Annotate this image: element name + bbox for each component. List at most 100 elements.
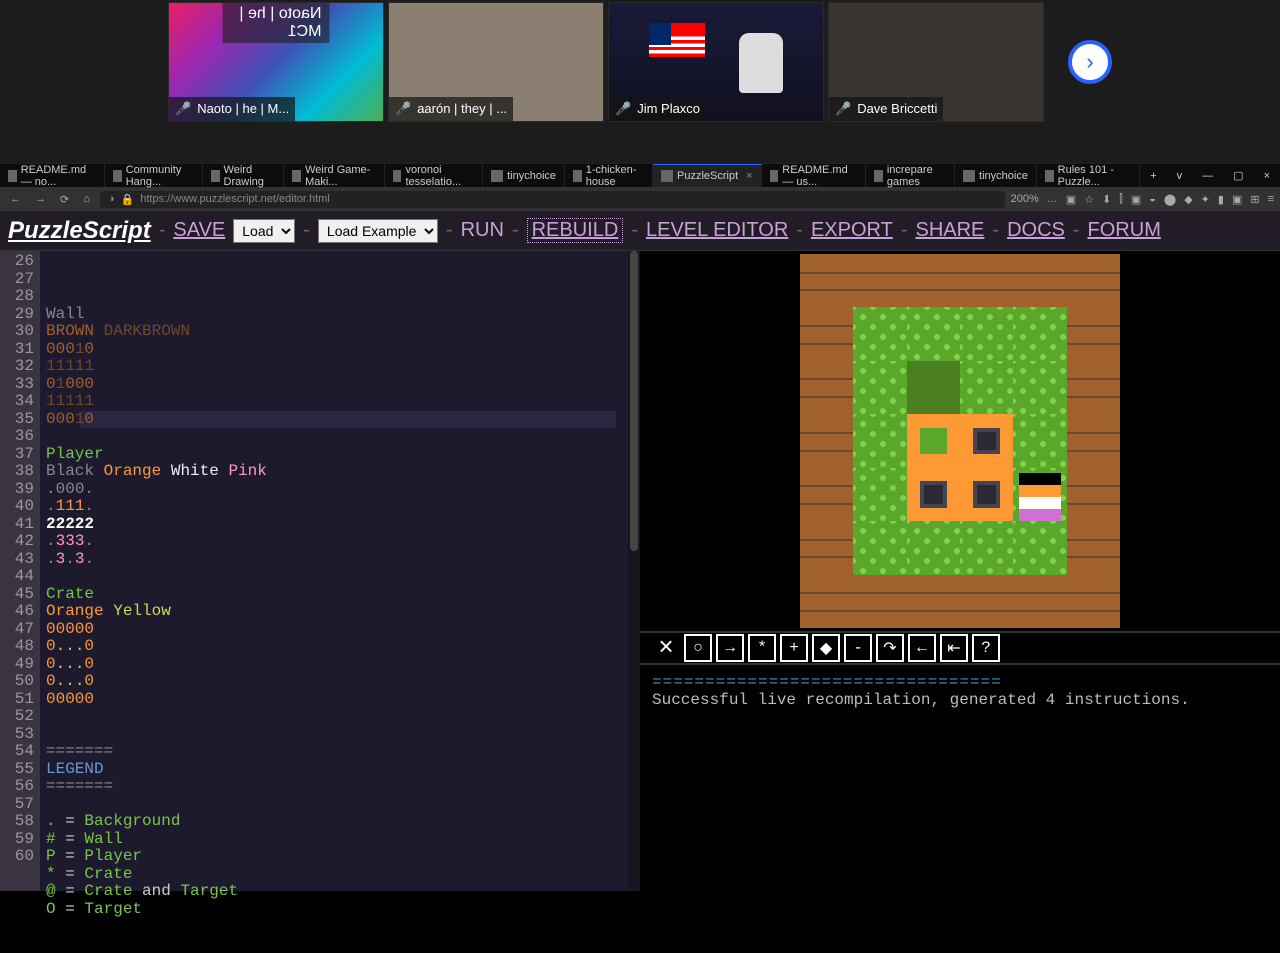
zoom-level[interactable]: 200% <box>1011 193 1039 205</box>
game-cell[interactable] <box>960 521 1013 574</box>
game-cell[interactable] <box>907 468 960 521</box>
game-cell[interactable] <box>960 361 1013 414</box>
game-cell[interactable] <box>1013 575 1066 628</box>
share-button[interactable]: SHARE <box>915 219 984 242</box>
browser-tab[interactable]: tinychoice <box>483 164 565 187</box>
game-cell[interactable] <box>1067 521 1120 574</box>
game-cell[interactable] <box>960 254 1013 307</box>
window-close-button[interactable]: × <box>1254 170 1280 182</box>
game-cell[interactable] <box>853 361 906 414</box>
new-tab-button[interactable]: + <box>1140 170 1166 182</box>
toolbar-icon[interactable]: ⬇ <box>1102 193 1111 206</box>
toolbar-icon[interactable]: ▮ <box>1218 193 1224 206</box>
game-cell[interactable] <box>853 307 906 360</box>
game-cell[interactable] <box>960 414 1013 467</box>
export-button[interactable]: EXPORT <box>811 219 893 242</box>
forum-button[interactable]: FORUM <box>1088 219 1161 242</box>
window-maximize-button[interactable]: ▢ <box>1223 169 1253 182</box>
game-cell[interactable] <box>1067 575 1120 628</box>
game-cell[interactable] <box>960 468 1013 521</box>
level-tool-button[interactable]: ○ <box>684 634 712 662</box>
game-cell[interactable] <box>853 575 906 628</box>
nav-back-button[interactable]: ← <box>6 193 25 205</box>
game-cell[interactable] <box>853 521 906 574</box>
nav-forward-button[interactable]: → <box>31 193 50 205</box>
game-cell[interactable] <box>800 414 853 467</box>
level-tool-button[interactable]: ↷ <box>876 634 904 662</box>
toolbar-icon[interactable]: ≡ <box>1268 193 1274 205</box>
nav-reload-button[interactable]: ⟳ <box>56 193 73 206</box>
game-cell[interactable] <box>1013 307 1066 360</box>
level-tool-button[interactable]: ? <box>972 634 1000 662</box>
docs-button[interactable]: DOCS <box>1007 219 1065 242</box>
code-editor[interactable]: 2627282930313233343536373839404142434445… <box>0 251 640 891</box>
video-tile[interactable]: 🎤Jim Plaxco <box>608 2 824 122</box>
toolbar-icon[interactable]: ◆ <box>1184 193 1192 206</box>
game-cell[interactable] <box>853 468 906 521</box>
browser-tab[interactable]: PuzzleScript× <box>653 164 762 187</box>
game-cell[interactable] <box>907 414 960 467</box>
game-cell[interactable] <box>1067 254 1120 307</box>
game-cell[interactable] <box>1067 307 1120 360</box>
game-cell[interactable] <box>907 521 960 574</box>
save-button[interactable]: SAVE <box>173 219 225 242</box>
game-cell[interactable] <box>800 361 853 414</box>
toolbar-icon[interactable]: ▣ <box>1131 193 1141 206</box>
game-cell[interactable] <box>1013 361 1066 414</box>
level-tool-button[interactable]: ◆ <box>812 634 840 662</box>
toolbar-icon[interactable]: ⫿ <box>1119 193 1123 206</box>
level-tool-button[interactable]: * <box>748 634 776 662</box>
level-tool-button[interactable]: × <box>652 634 680 662</box>
level-editor-button[interactable]: LEVEL EDITOR <box>646 219 788 242</box>
browser-tab[interactable]: Community Hang... <box>105 164 203 187</box>
video-tile[interactable]: 🎤Dave Briccetti <box>828 2 1044 122</box>
game-cell[interactable] <box>853 254 906 307</box>
browser-tab[interactable]: 1-chicken-house <box>565 164 653 187</box>
tab-overflow-button[interactable]: v <box>1167 170 1193 182</box>
toolbar-icon[interactable]: ▣ <box>1232 193 1242 206</box>
game-cell[interactable] <box>1013 468 1066 521</box>
game-cell[interactable] <box>800 468 853 521</box>
browser-tab[interactable]: increpare games <box>866 164 955 187</box>
toolbar-icon[interactable]: ◒ <box>1149 193 1156 205</box>
game-cell[interactable] <box>1013 254 1066 307</box>
code-content[interactable]: WallBROWN DARKBROWN000101111101000111110… <box>46 306 628 919</box>
nav-home-button[interactable]: ⌂ <box>79 193 94 205</box>
level-tool-button[interactable]: ⇤ <box>940 634 968 662</box>
menu-icon[interactable]: … <box>1047 193 1058 205</box>
browser-tab[interactable]: voronoi tesselatio... <box>385 164 483 187</box>
load-example-select[interactable]: Load Example <box>318 219 438 243</box>
toolbar-icon[interactable]: ✦ <box>1201 193 1210 206</box>
level-tool-button[interactable]: → <box>716 634 744 662</box>
url-field[interactable]: ◑ 🔒 https://www.puzzlescript.net/editor.… <box>100 191 1005 208</box>
scroll-thumb[interactable] <box>630 251 638 551</box>
video-tile[interactable]: 🎤aarón | they | ... <box>388 2 604 122</box>
game-cell[interactable] <box>1067 468 1120 521</box>
game-cell[interactable] <box>800 575 853 628</box>
game-cell[interactable] <box>907 575 960 628</box>
game-cell[interactable] <box>853 414 906 467</box>
browser-tab[interactable]: Rules 101 - Puzzle... <box>1037 164 1140 187</box>
close-icon[interactable]: × <box>746 170 752 182</box>
game-cell[interactable] <box>1067 414 1120 467</box>
game-cell[interactable] <box>1067 361 1120 414</box>
toolbar-icon[interactable]: ⬤ <box>1164 193 1176 206</box>
game-cell[interactable] <box>960 307 1013 360</box>
game-cell[interactable] <box>800 307 853 360</box>
browser-tab[interactable]: Weird Game-Maki... <box>284 164 384 187</box>
editor-scrollbar[interactable] <box>628 251 640 891</box>
game-cell[interactable] <box>800 521 853 574</box>
browser-tab[interactable]: Weird Drawing <box>203 164 285 187</box>
next-video-button[interactable]: › <box>1068 40 1112 84</box>
video-tile[interactable]: Naoto | he | MC1 🎤Naoto | he | M... <box>168 2 384 122</box>
browser-tab[interactable]: README.md — us... <box>762 164 867 187</box>
level-tool-button[interactable]: ← <box>908 634 936 662</box>
app-title[interactable]: PuzzleScript <box>8 217 151 245</box>
game-cell[interactable] <box>1013 414 1066 467</box>
game-cell[interactable] <box>1013 521 1066 574</box>
game-cell[interactable] <box>907 307 960 360</box>
run-button[interactable]: RUN <box>461 219 504 242</box>
level-tool-button[interactable]: + <box>780 634 808 662</box>
window-minimize-button[interactable]: — <box>1192 170 1223 182</box>
game-cell[interactable] <box>907 254 960 307</box>
